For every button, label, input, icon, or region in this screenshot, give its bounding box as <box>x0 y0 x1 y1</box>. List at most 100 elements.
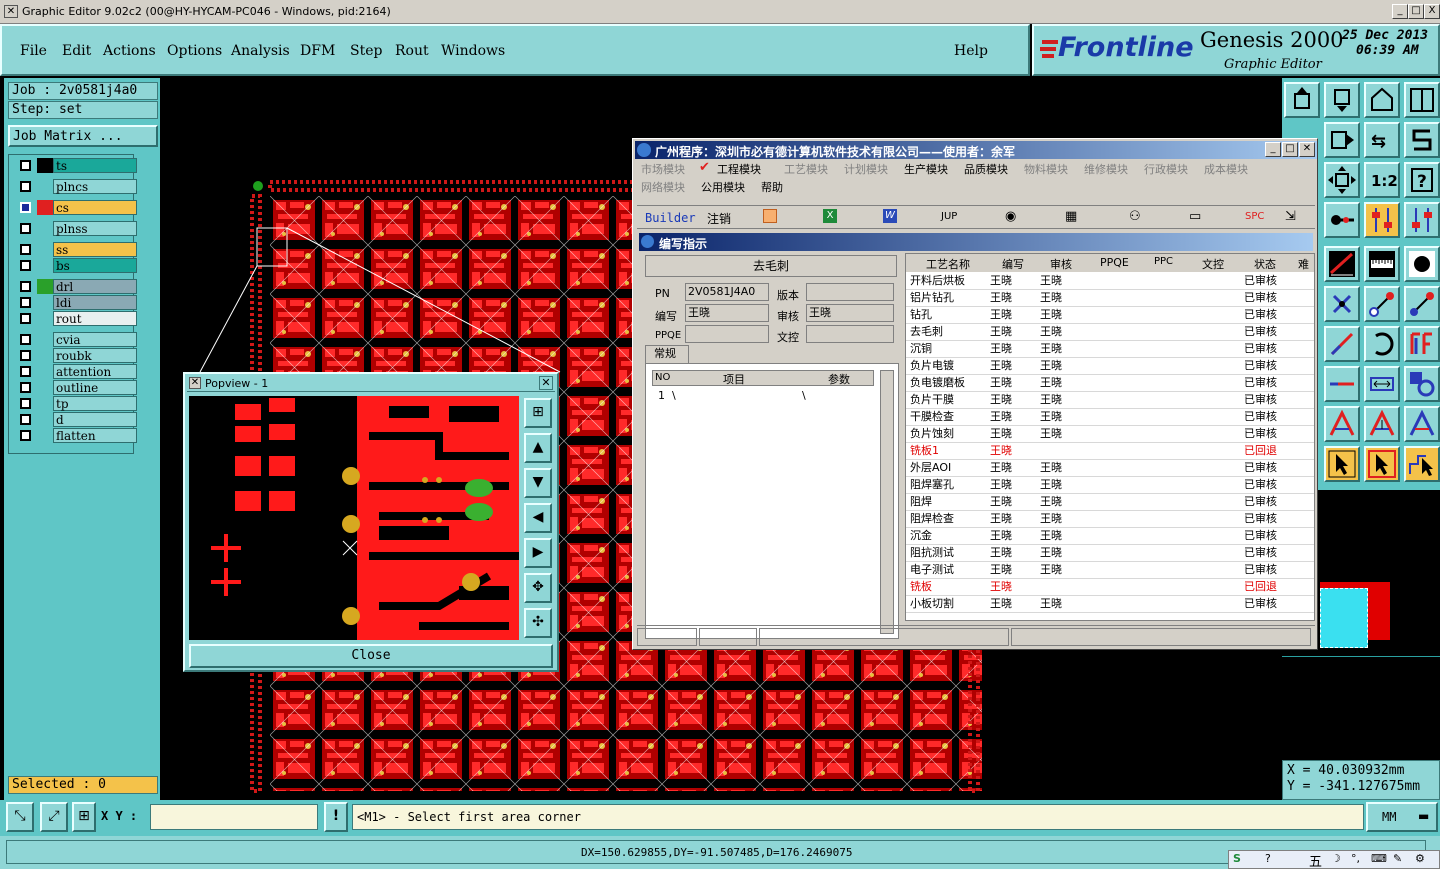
mes-menu-cost[interactable]: 成本模块 <box>1204 161 1248 177</box>
writer-cell[interactable]: 王晓 <box>990 426 1012 443</box>
mes-menu-common[interactable]: 公用模块 <box>701 179 745 195</box>
layer-checkbox[interactable] <box>20 382 31 393</box>
process-name-cell[interactable]: 铝片钻孔 <box>910 290 954 307</box>
tool-shapes-icon[interactable] <box>1404 366 1440 402</box>
toolbar-exit-icon[interactable]: ⇲ <box>1285 209 1296 224</box>
layer-checkbox[interactable] <box>20 297 31 308</box>
reviewer-cell[interactable]: 王晓 <box>1040 545 1062 562</box>
close-button[interactable]: X <box>1424 4 1440 19</box>
mes-menu-maintenance[interactable]: 维修模块 <box>1084 161 1128 177</box>
popview-zoom-icon[interactable]: ⊞ <box>524 398 552 428</box>
process-name-cell[interactable]: 负片电镀 <box>910 358 954 375</box>
process-name-cell[interactable]: 阻焊检查 <box>910 511 954 528</box>
doc-control-field[interactable] <box>806 325 894 343</box>
ppqe-field[interactable] <box>685 325 769 343</box>
builder-button[interactable]: Builder <box>645 211 696 225</box>
menu-analysis[interactable]: Analysis <box>231 43 290 59</box>
layer-row-cvia[interactable]: cvia <box>17 332 139 347</box>
tool-layers-red-icon[interactable] <box>1364 202 1400 238</box>
mes-menu-process[interactable]: 工艺模块 <box>784 161 828 177</box>
pen-icon[interactable]: ✎ <box>1393 852 1402 865</box>
ime-moon-icon[interactable]: ☽ <box>1331 852 1341 865</box>
layer-row-rout[interactable]: rout <box>17 311 139 326</box>
layer-checkbox[interactable] <box>20 313 31 324</box>
tool-save-icon[interactable] <box>1324 82 1360 118</box>
layer-row-cs[interactable]: cs <box>17 200 139 215</box>
layer-checkbox[interactable] <box>20 260 31 271</box>
reviewer-cell[interactable]: 王晓 <box>1040 596 1062 613</box>
popview-up-icon[interactable]: ▲ <box>524 433 552 463</box>
layer-checkbox[interactable] <box>20 202 31 213</box>
writer-field[interactable]: 王晓 <box>685 304 769 322</box>
keyboard-icon[interactable]: ⌨ <box>1371 852 1387 865</box>
mes-menu-production[interactable]: 生产模块 <box>904 161 948 177</box>
layer-checkbox[interactable] <box>20 160 31 171</box>
tool-snake-icon[interactable] <box>1404 122 1440 158</box>
ime-logo-icon[interactable]: S <box>1233 852 1241 865</box>
grid-icon[interactable]: ⊞ <box>72 802 96 832</box>
writer-cell[interactable]: 王晓 <box>990 324 1012 341</box>
menu-actions[interactable]: Actions <box>103 43 156 59</box>
reviewer-cell[interactable]: 王晓 <box>1040 341 1062 358</box>
layer-row-outline[interactable]: outline <box>17 380 139 395</box>
layer-row-plncs[interactable]: plncs <box>17 179 139 194</box>
tool-scale-icon[interactable]: 1:2 <box>1364 162 1400 198</box>
process-name-cell[interactable]: 负片蚀刻 <box>910 426 954 443</box>
layer-checkbox[interactable] <box>20 350 31 361</box>
layer-row-ts[interactable]: ts <box>17 158 139 173</box>
tool-arc-icon[interactable] <box>1364 326 1400 362</box>
reviewer-cell[interactable]: 王晓 <box>1040 307 1062 324</box>
toolbar-excel-icon[interactable]: X <box>823 209 837 223</box>
tool-select-area-icon[interactable] <box>1364 446 1400 482</box>
mes-menu-admin[interactable]: 行政模块 <box>1144 161 1188 177</box>
review-field[interactable]: 王晓 <box>806 304 894 322</box>
tool-home-icon[interactable] <box>1364 82 1400 118</box>
tool-triangle-2-icon[interactable] <box>1364 406 1400 442</box>
menu-edit[interactable]: Edit <box>62 43 91 59</box>
menu-rout[interactable]: Rout <box>395 43 429 59</box>
status-cell[interactable]: 已审核 <box>1244 341 1277 358</box>
reviewer-cell[interactable]: 王晓 <box>1040 477 1062 494</box>
writer-cell[interactable]: 王晓 <box>990 290 1012 307</box>
popview-pan-icon[interactable]: ✣ <box>524 608 552 638</box>
tool-select-path-icon[interactable] <box>1404 446 1440 482</box>
writer-cell[interactable]: 王晓 <box>990 409 1012 426</box>
status-cell[interactable]: 已审核 <box>1244 375 1277 392</box>
mes-maximize-button[interactable]: □ <box>1282 142 1298 157</box>
layer-checkbox[interactable] <box>20 334 31 345</box>
writer-cell[interactable]: 王晓 <box>990 392 1012 409</box>
tool-flip-icon[interactable]: ⇆ <box>1364 122 1400 158</box>
parameter-scrollbar[interactable] <box>880 370 894 634</box>
status-cell[interactable]: 已审核 <box>1244 409 1277 426</box>
menu-dfm[interactable]: DFM <box>300 43 335 59</box>
layer-checkbox[interactable] <box>20 366 31 377</box>
tool-window-icon[interactable] <box>1404 82 1440 118</box>
writer-cell[interactable]: 王晓 <box>990 341 1012 358</box>
status-cell[interactable]: 已审核 <box>1244 358 1277 375</box>
mes-close-button[interactable]: ✕ <box>1299 142 1315 157</box>
mes-menu-quality[interactable]: 品质模块 <box>964 161 1008 177</box>
layer-checkbox[interactable] <box>20 398 31 409</box>
zoom-fit-icon[interactable]: ⤢ <box>40 802 68 832</box>
tool-move-icon[interactable] <box>1324 162 1360 198</box>
status-cell[interactable]: 已审核 <box>1244 562 1277 579</box>
mes-menu-help[interactable]: 帮助 <box>761 179 783 195</box>
reviewer-cell[interactable]: 王晓 <box>1040 460 1062 477</box>
jup-button[interactable]: JUP <box>941 211 957 222</box>
reviewer-cell[interactable]: 王晓 <box>1040 392 1062 409</box>
process-name-cell[interactable]: 外层AOI <box>910 460 951 477</box>
writer-cell[interactable]: 王晓 <box>990 273 1012 290</box>
layer-checkbox[interactable] <box>20 244 31 255</box>
tool-layers-icon[interactable] <box>1404 202 1440 238</box>
tool-triangle-icon[interactable] <box>1324 406 1360 442</box>
status-cell[interactable]: 已审核 <box>1244 460 1277 477</box>
menu-windows[interactable]: Windows <box>441 43 505 59</box>
process-name-cell[interactable]: 负电镀磨板 <box>910 375 965 392</box>
logout-button[interactable]: 注销 <box>707 210 731 227</box>
process-name-cell[interactable]: 铣板1 <box>910 443 939 460</box>
writer-cell[interactable]: 王晓 <box>990 545 1012 562</box>
layer-row-d[interactable]: d <box>17 412 139 427</box>
reviewer-cell[interactable]: 王晓 <box>1040 409 1062 426</box>
reviewer-cell[interactable]: 王晓 <box>1040 562 1062 579</box>
reviewer-cell[interactable]: 王晓 <box>1040 511 1062 528</box>
